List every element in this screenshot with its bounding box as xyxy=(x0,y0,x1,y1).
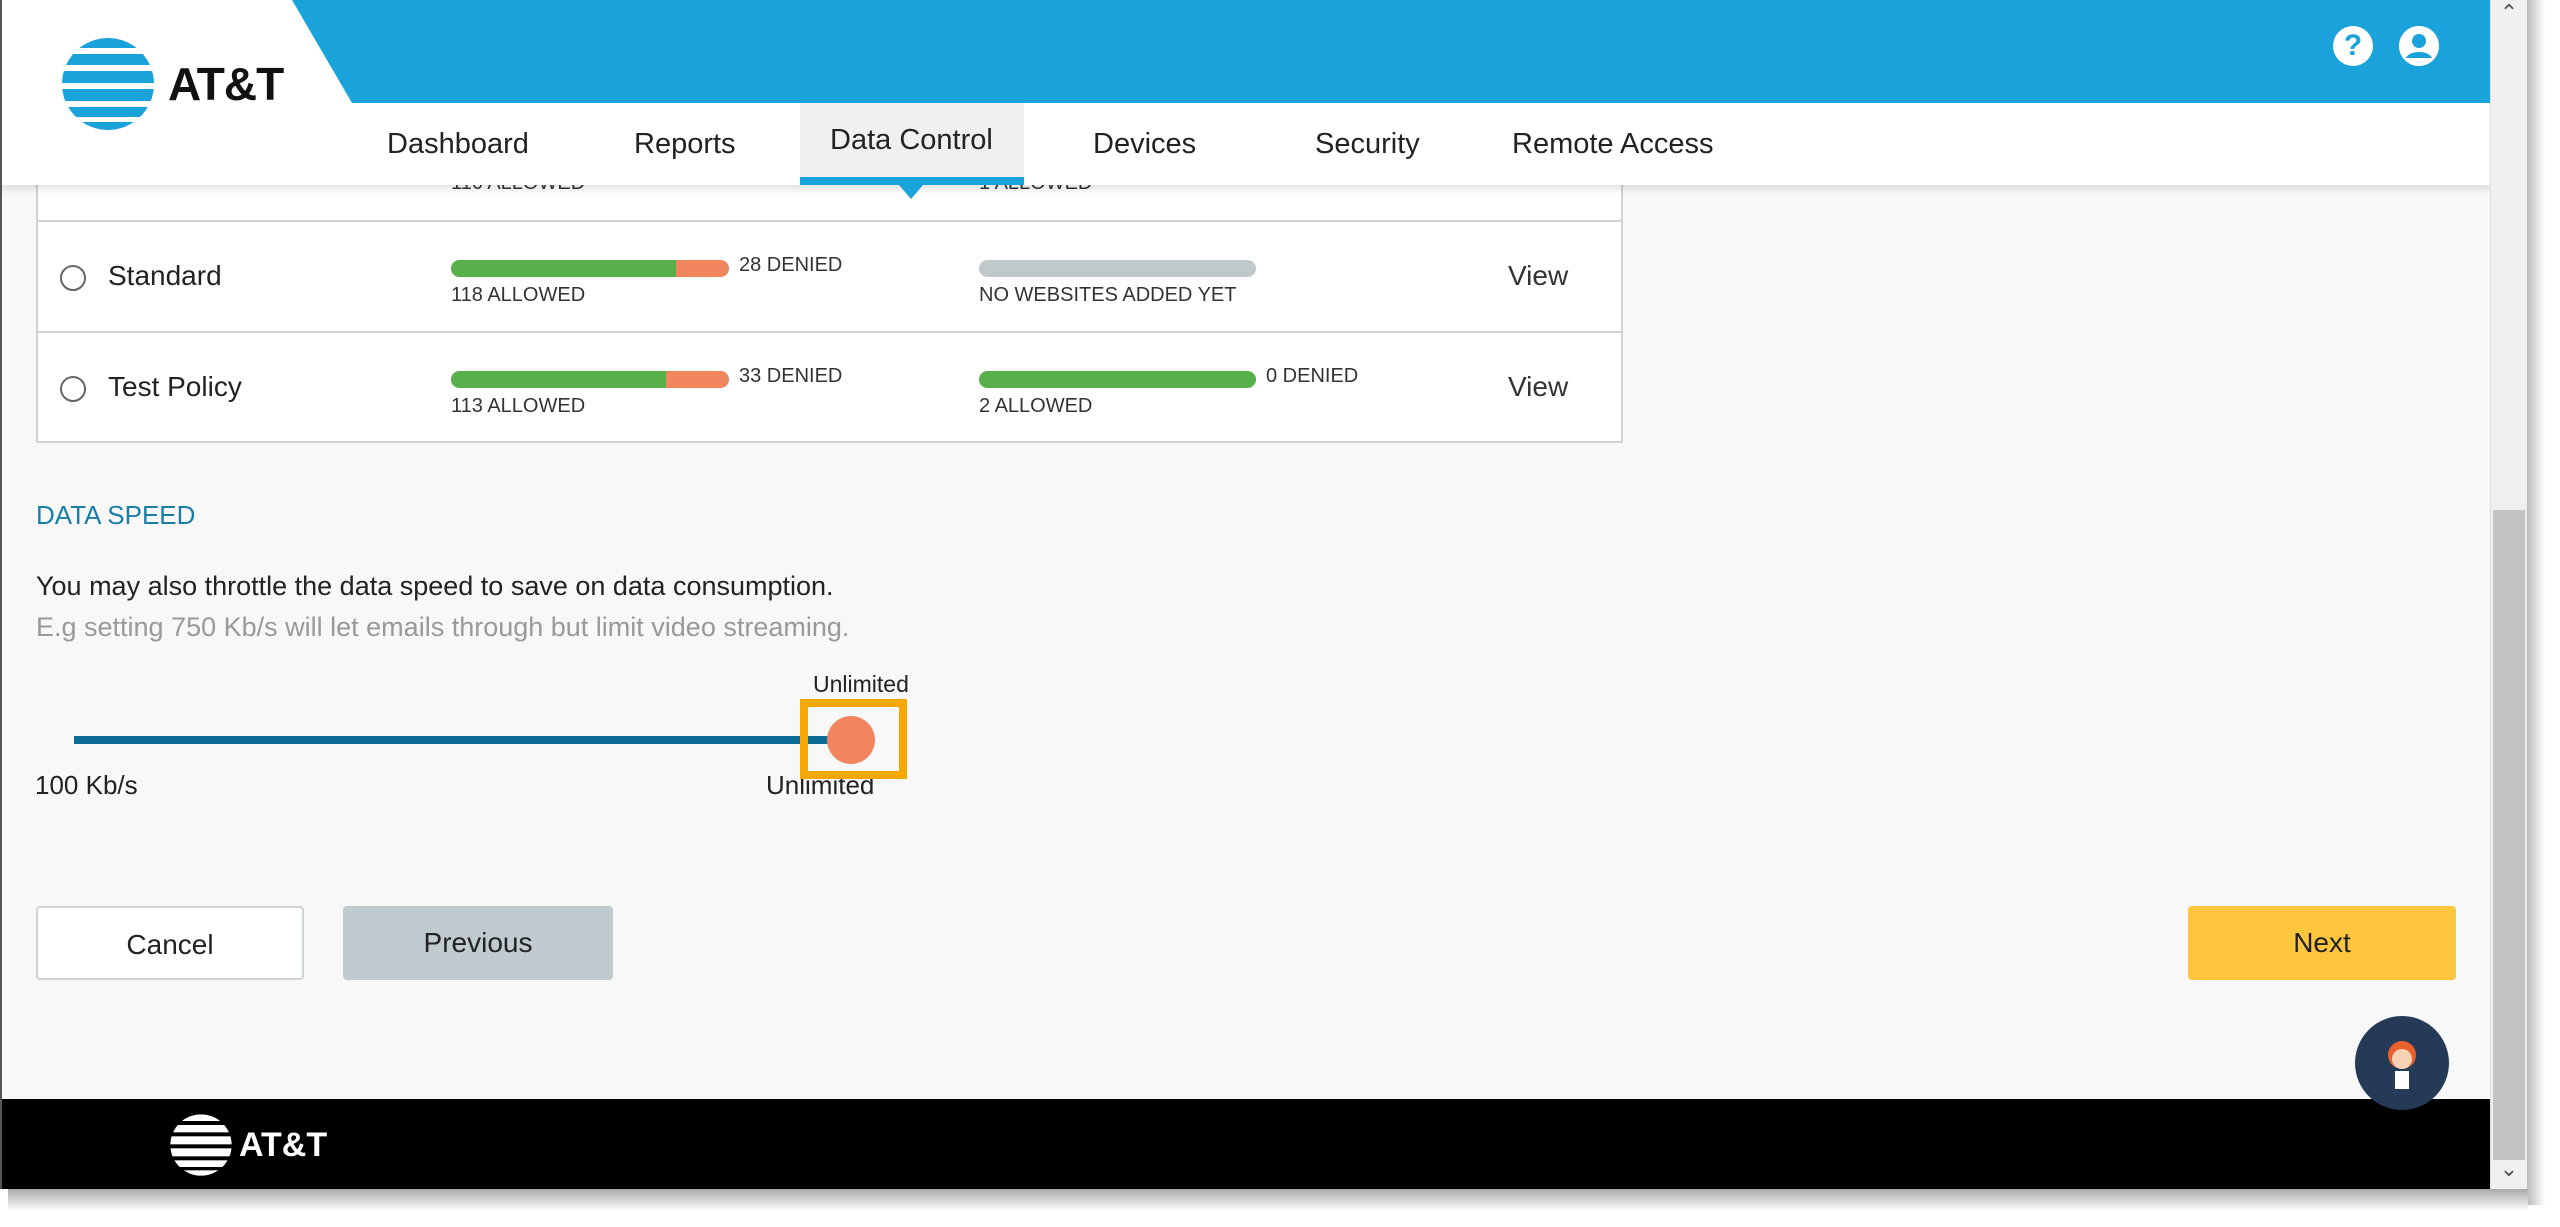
policy-row-standard: Standard 28 DENIED 118 ALLOWED NO WEBSIT… xyxy=(38,220,1621,331)
categories-bar xyxy=(451,371,729,388)
globe-icon xyxy=(62,38,154,130)
att-logo[interactable]: AT&T xyxy=(60,36,284,132)
footer-logo: AT&T xyxy=(169,1113,327,1177)
allowed-fill xyxy=(979,371,1256,388)
websites-bar xyxy=(979,260,1256,277)
footer-logo-text: AT&T xyxy=(239,1125,328,1164)
tab-dashboard[interactable]: Dashboard xyxy=(357,103,559,185)
footer: AT&T xyxy=(2,1099,2490,1189)
tab-data-control[interactable]: Data Control xyxy=(800,103,1024,185)
allowed-label: 113 ALLOWED xyxy=(451,395,586,417)
slider-current-value: Unlimited xyxy=(813,671,909,697)
policy-radio[interactable] xyxy=(60,265,86,291)
view-link[interactable]: View xyxy=(1508,371,1568,403)
websites-allowed-label: 2 ALLOWED xyxy=(979,395,1093,417)
chat-assistant-button[interactable] xyxy=(2355,1016,2449,1110)
scroll-up-icon[interactable]: ⌃ xyxy=(2491,0,2527,26)
policy-radio[interactable] xyxy=(60,376,86,402)
allowed-fill xyxy=(451,260,676,277)
globe-icon xyxy=(170,1114,232,1176)
speed-slider-thumb[interactable] xyxy=(827,716,875,764)
assistant-avatar-icon xyxy=(2388,1041,2416,1089)
active-tab-caret xyxy=(899,185,923,199)
data-speed-hint: E.g setting 750 Kb/s will let emails thr… xyxy=(36,612,850,642)
denied-fill xyxy=(675,260,729,277)
scroll-down-icon[interactable]: ⌄ xyxy=(2491,1156,2527,1182)
page: AT&T ? Dashboard Reports Data Control De… xyxy=(0,0,2490,1189)
view-link[interactable]: View xyxy=(1508,260,1568,292)
denied-fill xyxy=(666,371,729,388)
question-circle-icon[interactable]: ? xyxy=(2333,26,2373,66)
tab-remote-access[interactable]: Remote Access xyxy=(1482,103,1743,185)
user-circle-icon[interactable] xyxy=(2399,26,2439,66)
tab-security[interactable]: Security xyxy=(1285,103,1450,185)
previous-button[interactable]: Previous xyxy=(343,906,613,980)
window-shadow-bottom xyxy=(8,1189,2528,1211)
websites-bar xyxy=(979,371,1256,388)
denied-label: 28 DENIED xyxy=(739,254,843,276)
cancel-button[interactable]: Cancel xyxy=(36,906,304,980)
slider-min-label: 100 Kb/s xyxy=(35,770,138,800)
scrollbar-thumb[interactable] xyxy=(2493,510,2525,1160)
websites-denied-label: 0 DENIED xyxy=(1266,365,1359,387)
allowed-label: 118 ALLOWED xyxy=(451,284,586,306)
data-speed-description: You may also throttle the data speed to … xyxy=(36,571,834,601)
websites-label: NO WEBSITES ADDED YET xyxy=(979,284,1237,306)
scrollbar[interactable]: ⌃ ⌄ xyxy=(2490,0,2527,1189)
allowed-fill xyxy=(451,371,667,388)
logo-text: AT&T xyxy=(168,58,284,110)
categories-bar xyxy=(451,260,729,277)
next-button[interactable]: Next xyxy=(2188,906,2456,980)
policy-row-test-policy: Test Policy 33 DENIED 113 ALLOWED 0 DENI… xyxy=(38,331,1621,442)
tab-devices[interactable]: Devices xyxy=(1063,103,1226,185)
header: AT&T ? Dashboard Reports Data Control De… xyxy=(2,0,2490,185)
data-speed-heading: DATA SPEED xyxy=(36,500,196,530)
policy-name: Test Policy xyxy=(108,371,242,402)
denied-label: 33 DENIED xyxy=(739,365,843,387)
window-shadow xyxy=(2527,0,2545,1205)
policy-name: Standard xyxy=(108,260,222,291)
speed-slider-track[interactable] xyxy=(74,736,851,744)
header-banner xyxy=(292,0,2490,103)
tab-reports[interactable]: Reports xyxy=(604,103,766,185)
